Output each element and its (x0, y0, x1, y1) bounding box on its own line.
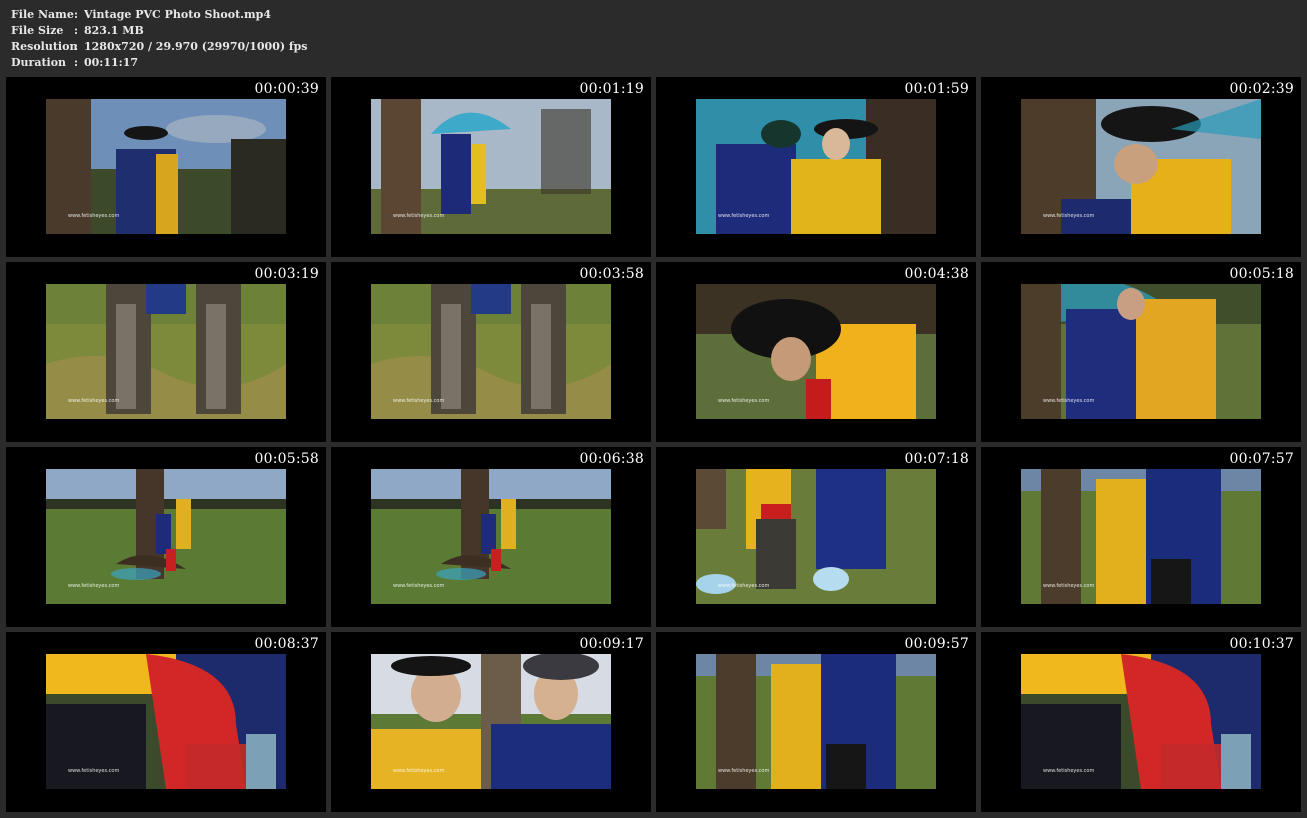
file-info-header: File Name : Vintage PVC Photo Shoot.mp4 … (11, 7, 308, 71)
video-frame-image: www.fetisheyes.com (696, 469, 936, 604)
video-frame-image: www.fetisheyes.com (696, 654, 936, 789)
thumbnail-cell[interactable]: 00:05:18 www.fetisheyes.com (981, 262, 1301, 442)
video-frame-image: www.fetisheyes.com (1021, 284, 1261, 419)
thumbnail-timestamp: 00:09:57 (904, 636, 969, 652)
thumbnail-cell[interactable]: 00:07:57 www.fetisheyes.com (981, 447, 1301, 627)
video-frame-image: www.fetisheyes.com (696, 99, 936, 234)
video-frame-image: www.fetisheyes.com (46, 99, 286, 234)
thumbnail-timestamp: 00:03:58 (579, 266, 644, 282)
video-frame-image: www.fetisheyes.com (46, 469, 286, 604)
watermark: www.fetisheyes.com (393, 768, 445, 774)
watermark: www.fetisheyes.com (1043, 398, 1095, 404)
watermark: www.fetisheyes.com (718, 583, 770, 589)
video-frame-image: www.fetisheyes.com (696, 284, 936, 419)
resolution-row: Resolution : 1280x720 / 29.970 (29970/10… (11, 39, 308, 55)
watermark: www.fetisheyes.com (68, 583, 120, 589)
thumbnail-cell[interactable]: 00:09:17 www.fetisheyes.com (331, 632, 651, 812)
thumbnail-timestamp: 00:03:19 (254, 266, 319, 282)
resolution-label: Resolution (11, 40, 78, 53)
file-size-label: File Size (11, 24, 64, 37)
watermark: www.fetisheyes.com (68, 768, 120, 774)
thumbnail-timestamp: 00:01:19 (579, 81, 644, 97)
watermark: www.fetisheyes.com (393, 213, 445, 219)
file-name-value: Vintage PVC Photo Shoot.mp4 (84, 8, 271, 21)
thumbnail-timestamp: 00:00:39 (254, 81, 319, 97)
video-frame-image: www.fetisheyes.com (1021, 99, 1261, 234)
thumbnail-timestamp: 00:05:58 (254, 451, 319, 467)
thumbnail-timestamp: 00:06:38 (579, 451, 644, 467)
video-frame-image: www.fetisheyes.com (1021, 654, 1261, 789)
thumbnail-grid: 00:00:39 www.fetisheyes.com 00:01:19 www.… (6, 77, 1301, 812)
thumbnail-cell[interactable]: 00:05:58 www.fetisheyes.com (6, 447, 326, 627)
duration-value: 00:11:17 (84, 56, 139, 69)
watermark: www.fetisheyes.com (68, 398, 120, 404)
watermark: www.fetisheyes.com (718, 768, 770, 774)
thumbnail-cell[interactable]: 00:07:18 www.fetisheyes.com (656, 447, 976, 627)
watermark: www.fetisheyes.com (718, 213, 770, 219)
video-frame-image: www.fetisheyes.com (46, 284, 286, 419)
video-frame-image: www.fetisheyes.com (371, 99, 611, 234)
watermark: www.fetisheyes.com (68, 213, 120, 219)
thumbnail-timestamp: 00:08:37 (254, 636, 319, 652)
thumbnail-cell[interactable]: 00:08:37 www.fetisheyes.com (6, 632, 326, 812)
separator: : (74, 40, 79, 53)
duration-label: Duration (11, 56, 67, 69)
thumbnail-timestamp: 00:10:37 (1229, 636, 1294, 652)
thumbnail-timestamp: 00:07:57 (1229, 451, 1294, 467)
thumbnail-timestamp: 00:01:59 (904, 81, 969, 97)
file-size-value: 823.1 MB (84, 24, 144, 37)
thumbnail-cell[interactable]: 00:01:19 www.fetisheyes.com (331, 77, 651, 257)
resolution-value: 1280x720 / 29.970 (29970/1000) fps (84, 40, 308, 53)
thumbnail-cell[interactable]: 00:06:38 www.fetisheyes.com (331, 447, 651, 627)
thumbnail-cell[interactable]: 00:00:39 www.fetisheyes.com (6, 77, 326, 257)
duration-row: Duration : 00:11:17 (11, 55, 308, 71)
video-frame-image: www.fetisheyes.com (371, 284, 611, 419)
thumbnail-timestamp: 00:04:38 (904, 266, 969, 282)
video-frame-image: www.fetisheyes.com (1021, 469, 1261, 604)
thumbnail-timestamp: 00:02:39 (1229, 81, 1294, 97)
watermark: www.fetisheyes.com (1043, 768, 1095, 774)
file-name-label: File Name (11, 8, 74, 21)
thumbnail-timestamp: 00:09:17 (579, 636, 644, 652)
separator: : (74, 8, 79, 21)
thumbnail-cell[interactable]: 00:02:39 www.fetisheyes.com (981, 77, 1301, 257)
thumbnail-cell[interactable]: 00:03:58 www.fetisheyes.com (331, 262, 651, 442)
separator: : (74, 24, 79, 37)
thumbnail-cell[interactable]: 00:04:38 www.fetisheyes.com (656, 262, 976, 442)
separator: : (74, 56, 79, 69)
thumbnail-cell[interactable]: 00:03:19 www.fetisheyes.com (6, 262, 326, 442)
thumbnail-cell[interactable]: 00:09:57 www.fetisheyes.com (656, 632, 976, 812)
watermark: www.fetisheyes.com (718, 398, 770, 404)
video-frame-image: www.fetisheyes.com (46, 654, 286, 789)
watermark: www.fetisheyes.com (1043, 213, 1095, 219)
thumbnail-cell[interactable]: 00:01:59 www.fetisheyes.com (656, 77, 976, 257)
watermark: www.fetisheyes.com (393, 398, 445, 404)
file-size-row: File Size : 823.1 MB (11, 23, 308, 39)
video-frame-image: www.fetisheyes.com (371, 654, 611, 789)
watermark: www.fetisheyes.com (393, 583, 445, 589)
video-frame-image: www.fetisheyes.com (371, 469, 611, 604)
thumbnail-timestamp: 00:05:18 (1229, 266, 1294, 282)
thumbnail-timestamp: 00:07:18 (904, 451, 969, 467)
thumbnail-cell[interactable]: 00:10:37 www.fetisheyes.com (981, 632, 1301, 812)
watermark: www.fetisheyes.com (1043, 583, 1095, 589)
file-name-row: File Name : Vintage PVC Photo Shoot.mp4 (11, 7, 308, 23)
